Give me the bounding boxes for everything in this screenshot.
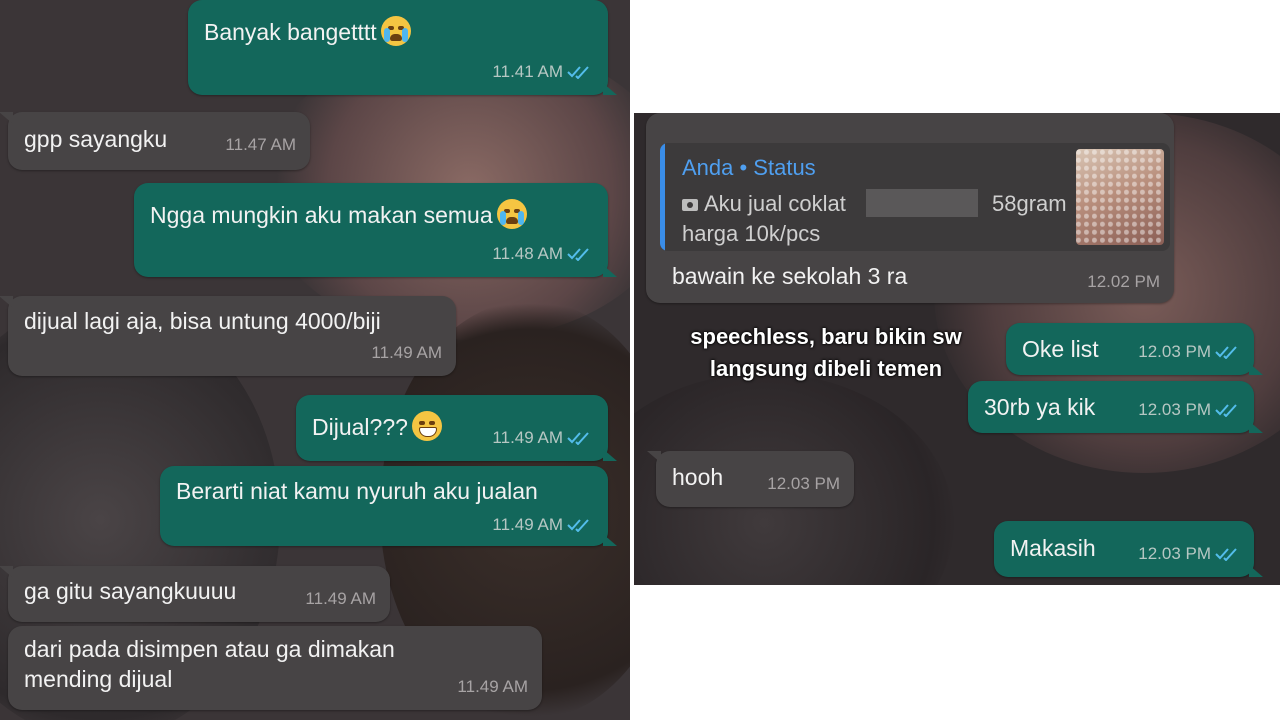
- double-check-icon: [567, 248, 589, 261]
- message-time: 11.48 AM: [492, 244, 563, 263]
- message-time: 11.49 AM: [371, 343, 442, 362]
- right-chat-screenshot: Anda • Status Aku jual coklat 58gram har…: [634, 113, 1280, 585]
- double-check-icon: [567, 66, 589, 79]
- message-time: 11.49 AM: [492, 515, 563, 534]
- message-time: 11.41 AM: [492, 62, 563, 81]
- message-bubble-outgoing[interactable]: 30rb ya kik 12.03 PM: [968, 381, 1263, 433]
- message-time: 12.03 PM: [1138, 544, 1211, 563]
- message-bubble-incoming[interactable]: ga gitu sayangkuuuu 11.49 AM: [0, 566, 390, 622]
- quote-sender: Anda • Status: [682, 155, 816, 180]
- quote-weight: 58gram: [992, 191, 1067, 216]
- message-text: Banyak bangetttt: [204, 19, 377, 45]
- message-time: 12.02 PM: [1087, 272, 1160, 291]
- double-check-icon: [1215, 346, 1237, 359]
- message-text: gpp sayangku: [24, 126, 168, 152]
- message-text: 30rb ya kik: [984, 394, 1096, 420]
- message-bubble-outgoing[interactable]: Oke list 12.03 PM: [1006, 323, 1263, 375]
- message-text: hooh: [672, 464, 724, 490]
- grinning-face-icon: [411, 411, 442, 441]
- quote-price: harga 10k/pcs: [682, 221, 821, 246]
- quote-text: Aku jual coklat: [704, 191, 846, 216]
- message-time: 11.49 AM: [492, 428, 563, 447]
- message-text: Makasih: [1010, 535, 1096, 561]
- status-thumbnail: [1076, 149, 1164, 245]
- message-text: Berarti niat kamu nyuruh aku jualan: [176, 478, 538, 504]
- message-time: 11.47 AM: [225, 135, 296, 154]
- loudly-crying-face-icon: [380, 16, 411, 46]
- message-text: ga gitu sayangkuuuu: [24, 578, 237, 604]
- message-bubble-outgoing[interactable]: Dijual??? 11.49 AM: [296, 395, 617, 461]
- message-bubble-outgoing[interactable]: Ngga mungkin aku makan semua 11.48 AM: [134, 183, 617, 277]
- message-bubble-incoming[interactable]: gpp sayangku 11.47 AM: [0, 112, 310, 170]
- double-check-icon: [1215, 404, 1237, 417]
- redacted-text: [866, 189, 978, 217]
- camera-icon: [682, 199, 698, 211]
- message-time: 12.03 PM: [1138, 342, 1211, 361]
- message-text: dijual lagi aja, bisa untung 4000/biji: [24, 308, 381, 334]
- double-check-icon: [567, 519, 589, 532]
- message-time: 12.03 PM: [1138, 400, 1211, 419]
- left-chat-screenshot: Banyak bangetttt 11.41 AM gpp sayangku 1…: [0, 0, 630, 720]
- message-bubble-outgoing[interactable]: Makasih 12.03 PM: [994, 521, 1263, 577]
- message-text: Dijual???: [312, 414, 408, 440]
- loudly-crying-face-icon: [496, 199, 527, 229]
- message-time: 11.49 AM: [457, 677, 528, 696]
- message-text: Ngga mungkin aku makan semua: [150, 202, 493, 228]
- message-bubble-incoming[interactable]: dari pada disimpen atau ga dimakan mendi…: [8, 626, 542, 710]
- message-bubble-outgoing[interactable]: Berarti niat kamu nyuruh aku jualan 11.4…: [160, 466, 617, 546]
- message-text: bawain ke sekolah 3 ra: [672, 263, 908, 289]
- message-bubble-incoming[interactable]: hooh 12.03 PM: [647, 451, 854, 507]
- message-text: Oke list: [1022, 336, 1099, 362]
- caption-overlay: speechless, baru bikin sw langsung dibel…: [690, 324, 962, 381]
- message-text: dari pada disimpen atau ga dimakan mendi…: [24, 636, 395, 692]
- double-check-icon: [567, 432, 589, 445]
- quote-accent-bar: [660, 143, 665, 251]
- reply-message-bubble[interactable]: Anda • Status Aku jual coklat 58gram har…: [646, 113, 1174, 303]
- double-check-icon: [1215, 548, 1237, 561]
- quoted-status[interactable]: Anda • Status Aku jual coklat 58gram har…: [660, 143, 1170, 251]
- message-time: 12.03 PM: [767, 474, 840, 493]
- message-time: 11.49 AM: [305, 589, 376, 608]
- message-bubble-incoming[interactable]: dijual lagi aja, bisa untung 4000/biji 1…: [0, 296, 456, 376]
- message-bubble-outgoing[interactable]: Banyak bangetttt 11.41 AM: [188, 0, 617, 95]
